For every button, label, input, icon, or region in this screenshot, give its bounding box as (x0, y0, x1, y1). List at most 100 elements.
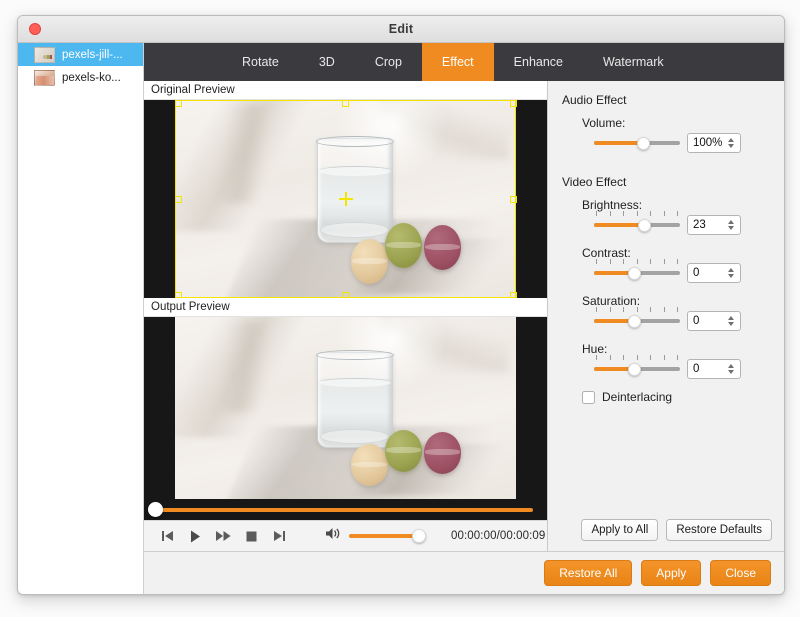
file-thumbnail-icon (34, 69, 55, 86)
volume-slider[interactable] (594, 136, 680, 150)
file-thumbnail-icon (34, 46, 55, 63)
file-name: pexels-ko... (62, 71, 121, 84)
contrast-stepper-arrows[interactable] (724, 268, 740, 278)
photo-water-glass (316, 349, 394, 449)
next-frame-icon[interactable] (272, 529, 287, 543)
chevron-up-icon[interactable] (727, 316, 734, 320)
tab-enhance[interactable]: Enhance (494, 43, 583, 81)
chevron-up-icon[interactable] (727, 220, 734, 224)
file-name: pexels-jill-... (62, 48, 123, 61)
hue-slider[interactable] (594, 355, 680, 376)
transport-bar: 00:00:00/00:00:09 (144, 520, 547, 551)
glass-rim (316, 135, 394, 147)
hue-stepper-arrows[interactable] (724, 364, 740, 374)
restore-defaults-button[interactable]: Restore Defaults (666, 519, 772, 541)
hue-slider-knob[interactable] (628, 362, 642, 376)
saturation-stepper-arrows[interactable] (724, 316, 740, 326)
volume-slider-knob[interactable] (637, 136, 650, 150)
timeline-knob[interactable] (148, 501, 163, 517)
contrast-control-row: 0 (594, 259, 774, 283)
file-list-item-1[interactable]: pexels-ko... (18, 66, 143, 89)
original-preview-image (175, 100, 516, 298)
tab-crop[interactable]: Crop (355, 43, 422, 81)
tab-3d[interactable]: 3D (299, 43, 355, 81)
screen: Edit pexels-jill-... pexels-ko... Rotate (0, 0, 800, 617)
brightness-stepper-arrows[interactable] (724, 220, 740, 230)
restore-all-button[interactable]: Restore All (544, 560, 633, 586)
photo-macaron-cream (350, 238, 389, 285)
contrast-value: 0 (693, 267, 700, 279)
glass-base (320, 222, 390, 239)
photo-macaron-cream (350, 444, 389, 487)
chevron-down-icon[interactable] (727, 274, 734, 278)
close-button[interactable]: Close (710, 560, 771, 586)
file-list-item-0[interactable]: pexels-jill-... (18, 43, 143, 66)
effect-settings-panel: Audio Effect Volume: 100% Video Effect B… (548, 81, 784, 551)
editor-area: Rotate 3D Crop Effect Enhance Watermark … (144, 43, 784, 594)
hue-label: Hue: (582, 342, 608, 356)
window-body: pexels-jill-... pexels-ko... Rotate 3D C… (18, 43, 784, 594)
glass-waterline (318, 166, 391, 176)
brightness-stepper[interactable]: 23 (687, 215, 741, 235)
volume-slider-knob[interactable] (412, 529, 426, 543)
transport-buttons (152, 529, 287, 543)
deinterlacing-label: Deinterlacing (602, 390, 673, 404)
chevron-down-icon[interactable] (727, 144, 734, 148)
brightness-slider-knob[interactable] (637, 218, 651, 232)
saturation-stepper[interactable]: 0 (687, 311, 741, 331)
tab-rotate[interactable]: Rotate (222, 43, 299, 81)
tab-watermark[interactable]: Watermark (583, 43, 684, 81)
contrast-slider[interactable] (594, 259, 680, 280)
chevron-up-icon[interactable] (727, 138, 734, 142)
saturation-slider-ticks (596, 307, 678, 312)
apply-button[interactable]: Apply (641, 560, 702, 586)
chevron-down-icon[interactable] (727, 226, 734, 230)
brightness-slider[interactable] (594, 211, 680, 232)
volume-stepper[interactable]: 100% (687, 133, 741, 153)
panel-action-buttons: Apply to All Restore Defaults (548, 519, 784, 551)
tab-effect[interactable]: Effect (421, 43, 494, 81)
saturation-slider-knob[interactable] (628, 314, 642, 328)
original-preview-stage (144, 100, 547, 298)
fast-forward-icon[interactable] (216, 529, 231, 543)
effect-settings-scroll: Audio Effect Volume: 100% Video Effect B… (548, 81, 784, 519)
play-icon[interactable] (188, 529, 203, 543)
output-preview-label: Output Preview (144, 298, 547, 317)
saturation-label: Saturation: (582, 294, 641, 308)
apply-to-all-button[interactable]: Apply to All (581, 519, 659, 541)
timeline-slider[interactable] (144, 499, 547, 520)
file-list-sidebar: pexels-jill-... pexels-ko... (18, 43, 144, 594)
playback-time: 00:00:00/00:00:09 (451, 530, 546, 542)
deinterlacing-checkbox[interactable] (582, 390, 595, 404)
close-button[interactable] (29, 23, 41, 35)
photo-macaron-red (423, 431, 462, 474)
deinterlacing-row[interactable]: Deinterlacing (582, 390, 774, 404)
previous-frame-icon[interactable] (160, 529, 175, 543)
brightness-slider-fill (594, 223, 644, 227)
volume-slider-track[interactable] (349, 529, 426, 543)
window-title: Edit (388, 22, 414, 36)
chevron-up-icon[interactable] (727, 364, 734, 368)
output-preview-image (175, 317, 516, 499)
volume-control[interactable] (325, 527, 426, 545)
stop-icon[interactable] (244, 529, 259, 543)
video-effect-group-title: Video Effect (562, 175, 627, 189)
output-preview-stage (144, 317, 547, 499)
photo-macaron-green (384, 429, 423, 472)
edit-window: Edit pexels-jill-... pexels-ko... Rotate (17, 15, 785, 595)
saturation-value: 0 (693, 315, 700, 327)
photo-fold (188, 320, 291, 412)
volume-icon[interactable] (325, 527, 341, 545)
volume-slider-fill (594, 141, 643, 145)
chevron-down-icon[interactable] (727, 370, 734, 374)
chevron-down-icon[interactable] (727, 322, 734, 326)
volume-stepper-arrows[interactable] (724, 138, 740, 148)
contrast-stepper[interactable]: 0 (687, 263, 741, 283)
window-footer: Restore All Apply Close (144, 551, 784, 594)
saturation-slider[interactable] (594, 307, 680, 328)
hue-stepper[interactable]: 0 (687, 359, 741, 379)
brightness-value: 23 (693, 219, 706, 231)
contrast-slider-knob[interactable] (628, 266, 642, 280)
chevron-up-icon[interactable] (727, 268, 734, 272)
timeline-track[interactable] (148, 501, 533, 517)
